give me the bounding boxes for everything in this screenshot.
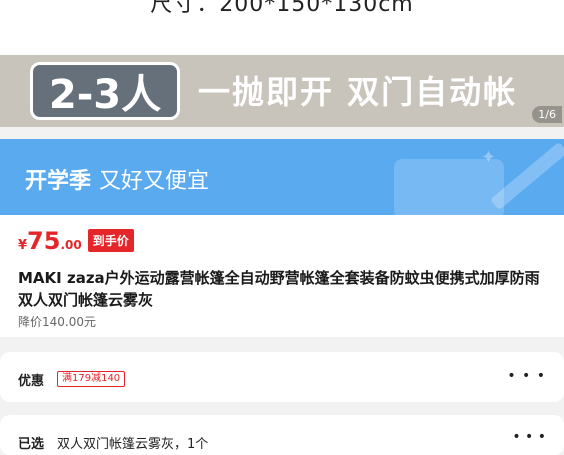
- selected-label: 已选: [18, 437, 45, 452]
- price-decimal: .00: [60, 238, 82, 252]
- product-image-banner[interactable]: 2-3人 一抛即开 双门自动帐 1/6: [0, 55, 564, 127]
- promotion-row[interactable]: 优惠 满179减140 • • •: [0, 352, 564, 402]
- banner-headline: 一抛即开 双门自动帐: [198, 73, 518, 111]
- image-page-indicator: 1/6: [532, 106, 562, 123]
- more-icon[interactable]: • • •: [507, 368, 546, 384]
- price-integer: 75: [27, 227, 61, 255]
- capacity-badge: 2-3人: [30, 62, 180, 120]
- selected-value: 双人双门帐篷云雾灰，1个: [57, 437, 209, 452]
- sparkle-icon: ✦: [480, 147, 496, 168]
- promo-subtext: 又好又便宜: [99, 169, 210, 194]
- product-title: MAKI zaza户外运动露营帐篷全自动野营帐篷全套装备防蚊虫便携式加厚防雨 双…: [18, 269, 540, 309]
- final-price-badge: 到手价: [87, 229, 134, 252]
- coupon-badge: 满179减140: [57, 371, 126, 387]
- price-currency: ¥: [18, 238, 28, 253]
- price-drop-text: 降价140.00元: [18, 315, 96, 329]
- more-icon[interactable]: • • •: [512, 429, 546, 445]
- selected-variant-row[interactable]: 已选 双人双门帐篷云雾灰，1个 • • •: [0, 415, 564, 455]
- size-text: 尺寸：200*150*130cm: [150, 0, 414, 17]
- promotion-label: 优惠: [18, 374, 45, 389]
- price-row: ¥ 75 .00 到手价: [18, 227, 134, 256]
- promo-bold-text: 开学季: [25, 169, 92, 194]
- promo-text: 开学季 又好又便宜: [25, 163, 209, 195]
- size-info-strip: 尺寸：200*150*130cm: [0, 0, 564, 55]
- product-info-card: ¥ 75 .00 到手价 MAKI zaza户外运动露营帐篷全自动野营帐篷全套装…: [0, 215, 564, 337]
- promo-banner[interactable]: ✦ 开学季 又好又便宜: [0, 139, 564, 215]
